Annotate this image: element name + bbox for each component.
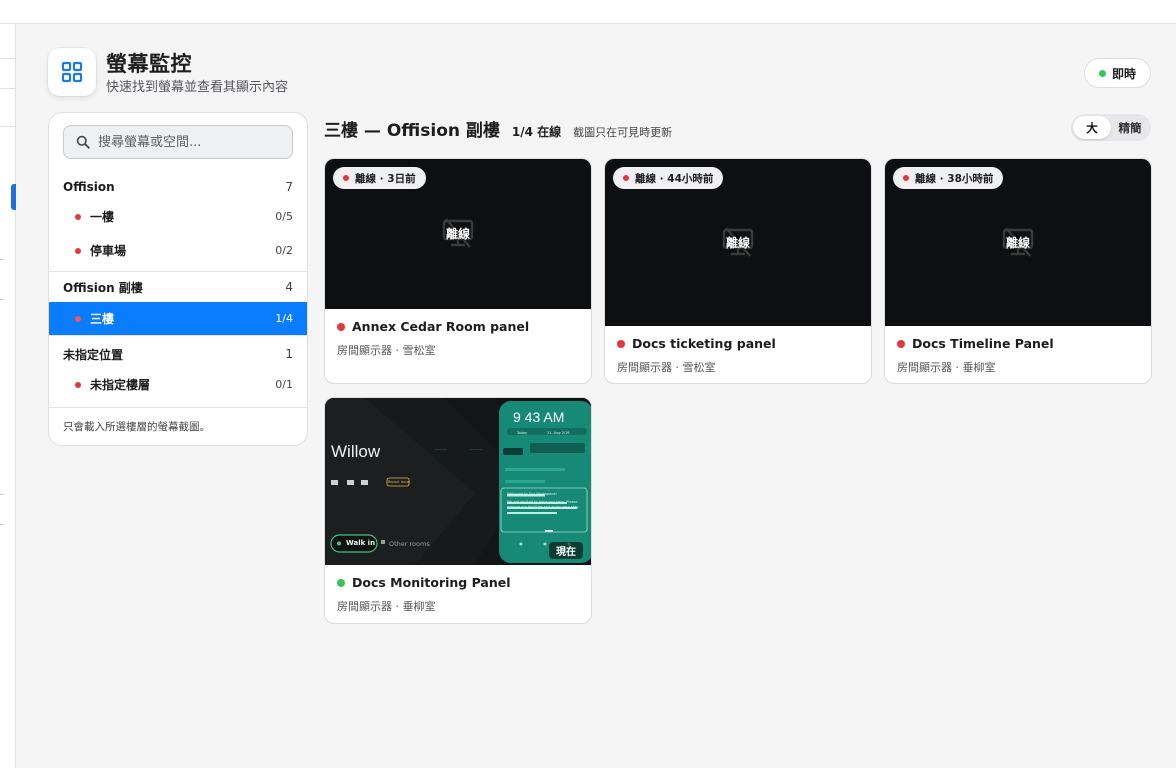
offline-dot — [75, 381, 81, 388]
screen-card[interactable]: 離線 · 44小時前 離線 Docs ticketing panel 房間顯示器… — [604, 158, 872, 384]
screen-location: 房間顯示器 · 垂柳室 — [337, 600, 436, 613]
group-header-offision: Offision 7 — [63, 180, 293, 194]
offline-dot — [75, 213, 81, 220]
screenshot-report-button: Report issue — [388, 480, 410, 484]
online-count: 1/4 在線 — [511, 125, 562, 139]
screenshot-brand: Willow — [331, 442, 381, 461]
update-note: 截圖只在可見時更新 — [573, 126, 673, 139]
page-subtitle: 快速找到螢幕並查看其顯示內容 — [106, 80, 289, 95]
page-title: 螢幕監控 — [106, 52, 192, 76]
search-box[interactable] — [63, 125, 293, 159]
floor-item-1f[interactable]: 一樓 0/5 — [49, 200, 307, 233]
left-rail — [0, 24, 16, 768]
screenshot-today: Today — [517, 431, 528, 435]
screen-name: Docs Monitoring Panel — [337, 575, 511, 590]
group-header-unassigned: 未指定位置 1 — [63, 347, 293, 362]
screen-location: 房間顯示器 · 垂柳室 — [897, 361, 996, 374]
offline-dot — [75, 315, 81, 322]
screen-thumbnail: ——— ——— Willow 9 43 AM Today 21. Aug 2/1… — [325, 398, 591, 565]
screen-off-icon: 離線 — [436, 211, 480, 255]
live-label: 即時 — [1111, 66, 1136, 81]
size-compact-option[interactable]: 精簡 — [1111, 116, 1149, 139]
sidebar-footer-note: 只會載入所選樓層的螢幕截圖。 — [63, 421, 210, 433]
screenshot-walkin: Walk in — [346, 539, 376, 547]
offline-dot — [75, 247, 81, 254]
svg-text:———: ——— — [435, 446, 447, 451]
rail-active-marker[interactable] — [11, 184, 16, 210]
now-badge: 現在 — [549, 542, 583, 559]
floor-item-parking[interactable]: 停車場 0/2 — [49, 234, 307, 267]
screenshot-event-text: We are excited to have you here. Please … — [507, 500, 580, 509]
status-badge: 離線 · 38小時前 — [893, 167, 1004, 189]
screenshot-other-rooms: Other rooms — [389, 540, 430, 548]
status-badge: 離線 · 3日前 — [333, 167, 426, 189]
size-large-option[interactable]: 大 — [1073, 116, 1111, 139]
top-bar — [0, 0, 1176, 24]
search-input[interactable] — [98, 134, 283, 150]
grid-icon — [48, 48, 96, 96]
floor-item-3f[interactable]: 三樓 1/4 — [49, 302, 307, 335]
live-status-dot — [1098, 69, 1106, 77]
screen-name: Docs Timeline Panel — [897, 336, 1054, 351]
screen-card[interactable]: 離線 · 3日前 離線 Annex Cedar Room panel 房間顯示器… — [324, 158, 592, 384]
screen-name: Annex Cedar Room panel — [337, 319, 529, 334]
floor-sidebar: Offision 7 一樓 0/5 停車場 0/2 Offision 副樓 4 … — [48, 112, 308, 446]
screen-location: 房間顯示器 · 雪松室 — [617, 361, 716, 374]
svg-text:———: ——— — [470, 446, 482, 451]
screenshot-event-title: Welcome to Our Workspace! — [507, 492, 557, 496]
size-toggle[interactable]: 大 精簡 — [1071, 114, 1151, 141]
group-header-offision-annex: Offision 副樓 4 — [63, 280, 293, 295]
screen-off-icon: 離線 — [716, 220, 760, 264]
status-badge: 離線 · 44小時前 — [613, 167, 724, 189]
section-header: 三樓 — Offision 副樓 1/4 在線 截圖只在可見時更新 — [324, 116, 673, 141]
screen-off-icon: 離線 — [996, 220, 1040, 264]
screen-thumbnail: 離線 · 44小時前 離線 — [605, 159, 871, 326]
floor-item-unassigned[interactable]: 未指定樓層 0/1 — [49, 368, 307, 401]
screen-name: Docs ticketing panel — [617, 336, 776, 351]
live-button[interactable]: 即時 — [1084, 58, 1151, 88]
screen-thumbnail: 離線 · 38小時前 離線 — [885, 159, 1151, 326]
screenshot-icons — [331, 480, 368, 485]
screen-thumbnail: 離線 · 3日前 離線 — [325, 159, 591, 309]
search-icon — [76, 135, 90, 149]
screenshot-date: 21. Aug 2/19 — [547, 431, 570, 435]
screen-card[interactable]: 離線 · 38小時前 離線 Docs Timeline Panel 房間顯示器 … — [884, 158, 1152, 384]
section-title: 三樓 — Offision 副樓 — [324, 121, 500, 141]
screen-card[interactable]: ——— ——— Willow 9 43 AM Today 21. Aug 2/1… — [324, 397, 592, 624]
screenshot-time: 9 43 AM — [513, 409, 565, 425]
screen-location: 房間顯示器 · 雪松室 — [337, 344, 436, 357]
